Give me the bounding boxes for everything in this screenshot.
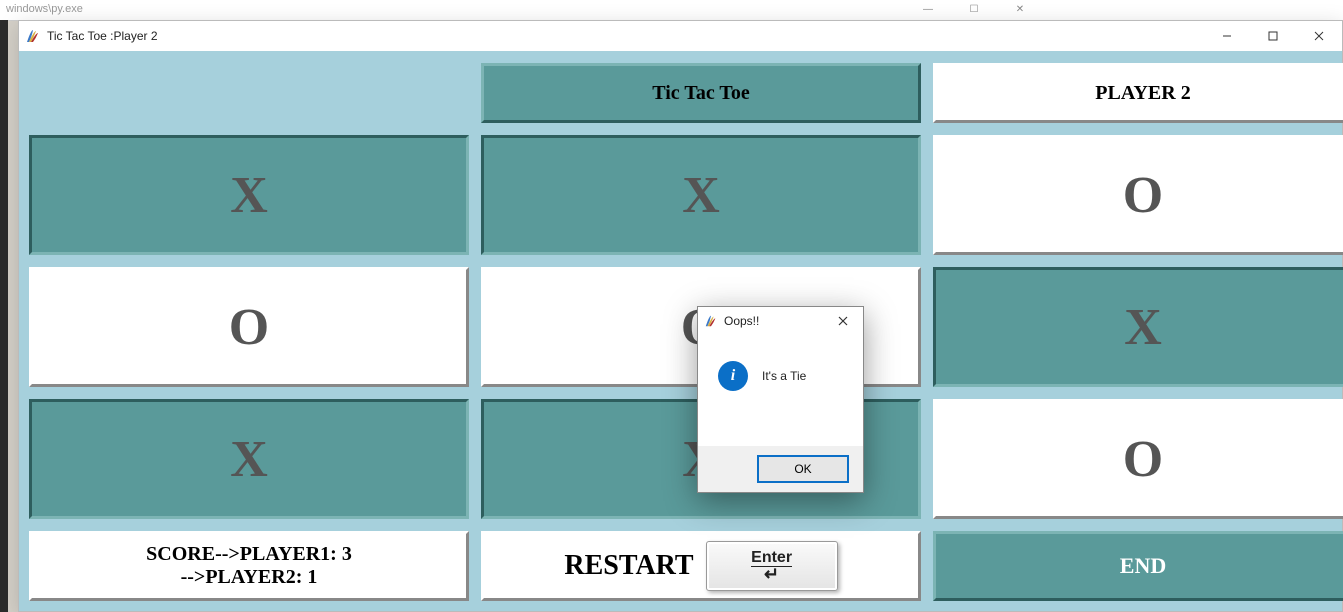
messagebox-ok-button[interactable]: OK (757, 455, 849, 483)
score-display: SCORE-->PLAYER1: 3 -->PLAYER2: 1 (29, 531, 469, 601)
current-player-text: PLAYER 2 (1095, 82, 1190, 105)
messagebox-message: It's a Tie (762, 369, 806, 383)
messagebox-titlebar: Oops!! (698, 307, 863, 335)
parent-minimize-icon: — (905, 0, 951, 18)
messagebox-title: Oops!! (724, 314, 759, 328)
cell-5[interactable]: X (933, 267, 1343, 387)
cell-1-mark: X (682, 166, 720, 225)
messagebox-body: i It's a Tie (698, 335, 863, 411)
restart-label: RESTART (564, 550, 693, 582)
cell-8-mark: O (1123, 430, 1163, 489)
close-button[interactable] (1296, 21, 1342, 51)
maximize-button[interactable] (1250, 21, 1296, 51)
current-player-button[interactable]: PLAYER 2 (933, 63, 1343, 123)
parent-close-icon: ✕ (997, 0, 1043, 18)
parent-window-titlebar: windows\py.exe (0, 0, 1343, 21)
parent-maximize-icon: ☐ (951, 0, 997, 18)
cell-8[interactable]: O (933, 399, 1343, 519)
messagebox-ok-label: OK (794, 462, 811, 476)
cell-2[interactable]: O (933, 135, 1343, 255)
python-tk-icon (25, 28, 41, 44)
game-window: Tic Tac Toe :Player 2 Tic Tac Toe PLAYER… (18, 20, 1343, 612)
python-tk-icon (704, 314, 718, 328)
game-area: Tic Tac Toe PLAYER 2 X X O O O X X X O S… (19, 51, 1342, 611)
cell-6[interactable]: X (29, 399, 469, 519)
enter-arrow-icon: ↵ (764, 567, 779, 581)
messagebox-footer: OK (698, 446, 863, 492)
close-icon (838, 316, 848, 326)
cell-2-mark: O (1123, 166, 1163, 225)
window-titlebar: Tic Tac Toe :Player 2 (19, 21, 1342, 51)
score-line-1: SCORE-->PLAYER1: 3 (146, 543, 352, 566)
game-title-button[interactable]: Tic Tac Toe (481, 63, 921, 123)
editor-gutter (0, 20, 8, 612)
cell-6-mark: X (230, 430, 268, 489)
game-title-text: Tic Tac Toe (652, 82, 749, 105)
end-label: END (1120, 553, 1166, 579)
messagebox-close-button[interactable] (823, 307, 863, 335)
minimize-button[interactable] (1204, 21, 1250, 51)
cell-0-mark: X (230, 166, 268, 225)
score-line-2: -->PLAYER2: 1 (181, 566, 318, 589)
messagebox: Oops!! i It's a Tie OK (697, 306, 864, 493)
parent-window-controls: — ☐ ✕ (905, 0, 1043, 18)
cell-3[interactable]: O (29, 267, 469, 387)
end-button[interactable]: END (933, 531, 1343, 601)
restart-button[interactable]: RESTART Enter ↵ (481, 531, 921, 601)
window-title: Tic Tac Toe :Player 2 (47, 29, 158, 43)
window-controls (1204, 21, 1342, 51)
cell-5-mark: X (1124, 298, 1162, 357)
cell-3-mark: O (229, 298, 269, 357)
info-icon: i (718, 361, 748, 391)
enter-key-icon: Enter ↵ (706, 541, 838, 591)
parent-window-title: windows\py.exe (6, 3, 83, 15)
cell-0[interactable]: X (29, 135, 469, 255)
cell-1[interactable]: X (481, 135, 921, 255)
